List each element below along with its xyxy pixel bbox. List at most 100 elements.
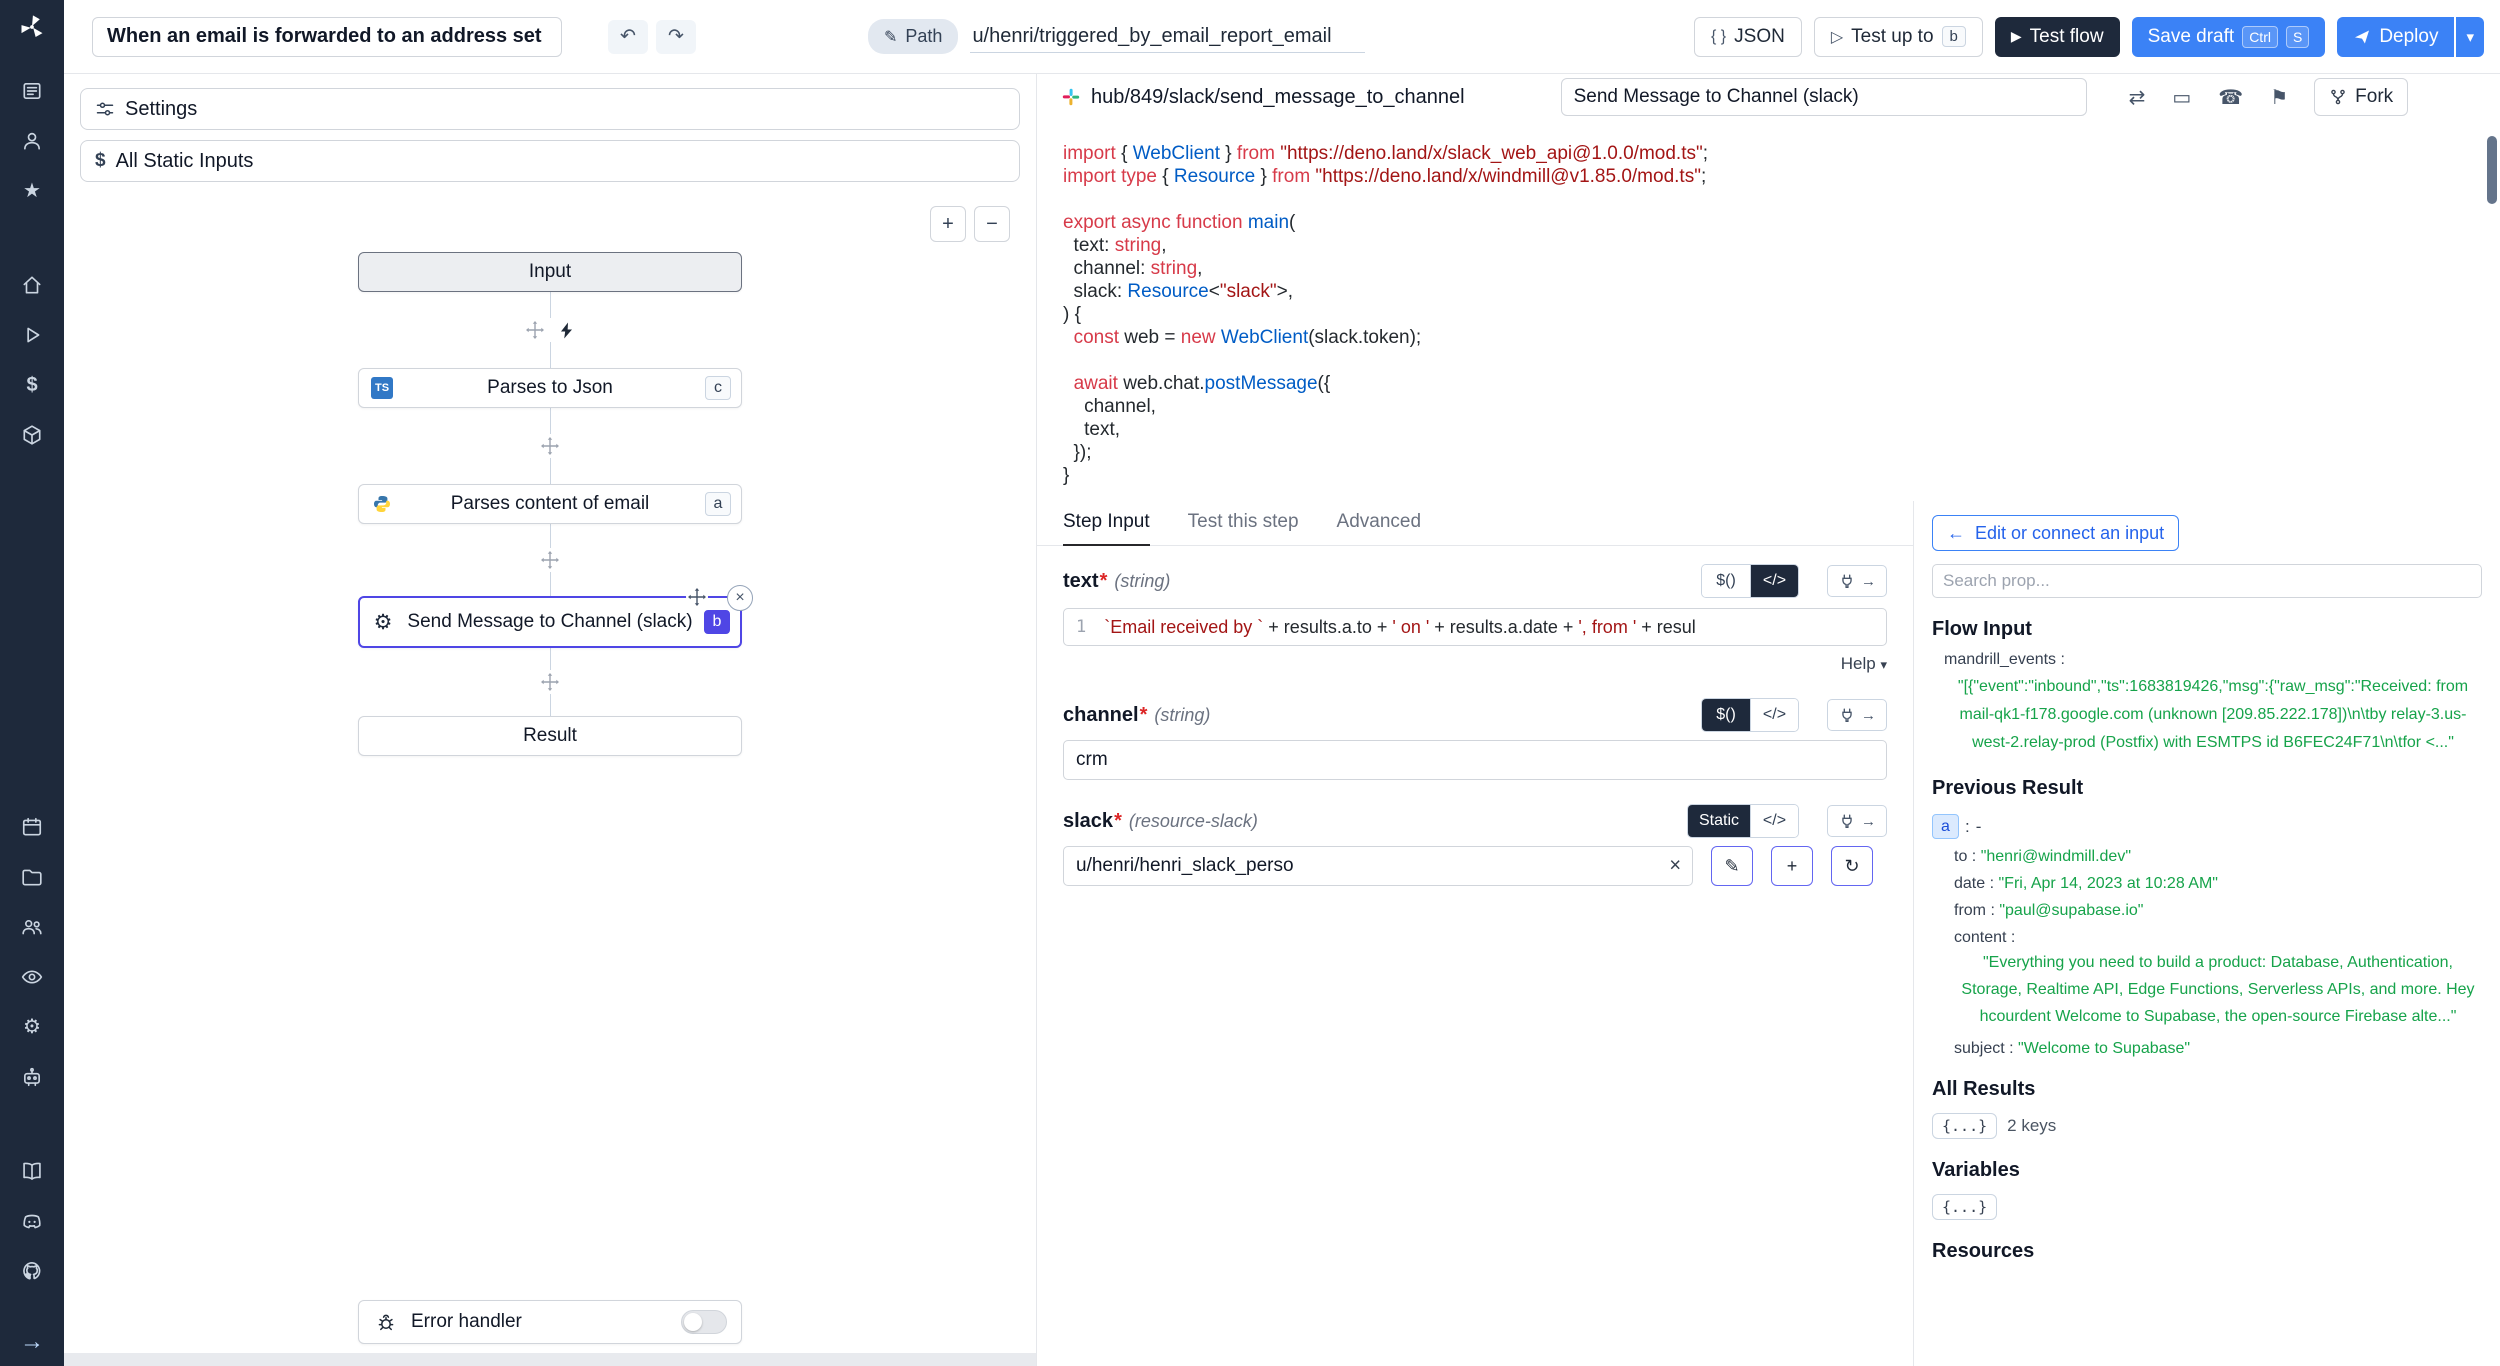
static-inputs-section[interactable]: $ All Static Inputs (80, 140, 1020, 182)
plug-icon (1838, 572, 1856, 590)
result-entry-subject[interactable]: subject : "Welcome to Supabase" (1954, 1040, 2482, 1058)
user-icon[interactable] (19, 128, 45, 154)
hub-script-path[interactable]: hub/849/slack/send_message_to_channel (1091, 86, 1465, 109)
users-icon[interactable] (19, 914, 45, 940)
sync-icon[interactable]: ⇄ (2129, 85, 2146, 110)
vertical-scrollbar[interactable] (2487, 136, 2497, 204)
save-draft-button[interactable]: Save draftCtrlS (2132, 17, 2326, 57)
zoom-in-button[interactable]: + (930, 206, 966, 242)
eye-icon[interactable] (19, 964, 45, 990)
edit-connect-button[interactable]: ←Edit or connect an input (1932, 515, 2179, 551)
flow-node-parses-to-json[interactable]: TS Parses to Json c (358, 368, 742, 408)
all-results-expand[interactable]: {...} (1932, 1113, 1997, 1139)
flow-node-result[interactable]: Result (358, 716, 742, 756)
horizontal-scrollbar[interactable] (64, 1353, 1036, 1366)
discord-icon[interactable] (19, 1208, 45, 1234)
flow-input-key[interactable]: mandrill_events : (1944, 651, 2482, 669)
slack-connect-button[interactable]: → (1827, 805, 1887, 837)
windmill-logo[interactable] (17, 12, 47, 42)
flow-canvas[interactable]: + − Input (64, 182, 1036, 1366)
code-lines: import { WebClient } from "https://deno.… (1063, 142, 2474, 487)
topbar-actions: { }JSON ▷Test up tob ▶Test flow Save dra… (1694, 17, 2484, 57)
deploy-dropdown-button[interactable]: ▾ (2456, 17, 2484, 57)
move-node-icon[interactable] (540, 436, 560, 456)
add-resource-button[interactable]: + (1771, 846, 1813, 886)
text-expression-editor[interactable]: 1 `Email received by ` + results.a.to + … (1063, 608, 1887, 646)
slack-static-button[interactable]: Static (1688, 805, 1750, 837)
prop-search-input[interactable] (1932, 564, 2482, 598)
settings-section[interactable]: Settings (80, 88, 1020, 130)
json-button[interactable]: { }JSON (1694, 17, 1802, 57)
delete-node-button[interactable]: × (727, 585, 753, 611)
sliders-icon (95, 99, 115, 119)
redo-button[interactable]: ↷ (656, 20, 696, 54)
phone-icon[interactable]: ☎ (2218, 85, 2243, 110)
test-up-to-button[interactable]: ▷Test up tob (1814, 17, 1983, 57)
flow-node-parses-content[interactable]: Parses content of email a (358, 484, 742, 524)
star-icon[interactable]: ★ (19, 178, 45, 204)
path-button[interactable]: ✎Path (868, 19, 958, 54)
trigger-bolt-icon[interactable] (557, 321, 576, 340)
result-entry-date[interactable]: date : "Fri, Apr 14, 2023 at 10:28 AM" (1954, 875, 2482, 893)
folder-icon[interactable] (19, 864, 45, 890)
sidebar-group-links (19, 1146, 45, 1296)
channel-connect-button[interactable]: → (1827, 699, 1887, 731)
calendar-icon[interactable] (19, 814, 45, 840)
result-entry-from[interactable]: from : "paul@supabase.io" (1954, 902, 2482, 920)
zoom-out-button[interactable]: − (974, 206, 1010, 242)
flow-input-value[interactable]: "[{"event":"inbound","ts":1683819426,"ms… (1944, 673, 2482, 757)
dollar-icon[interactable]: $ (19, 372, 45, 398)
code-editor[interactable]: import { WebClient } from "https://deno.… (1037, 120, 2500, 501)
arrow-right-icon: → (1861, 813, 1876, 830)
home-icon[interactable] (19, 272, 45, 298)
fork-button[interactable]: Fork (2314, 78, 2408, 116)
channel-input[interactable] (1063, 740, 1887, 780)
text-template-button[interactable]: $() (1702, 565, 1750, 597)
test-flow-button[interactable]: ▶Test flow (1995, 17, 2120, 57)
context-panel: ←Edit or connect an input Flow Input man… (1914, 501, 2500, 1366)
clear-resource-icon[interactable]: × (1669, 855, 1681, 878)
move-node-icon[interactable] (540, 550, 560, 570)
error-handler-node[interactable]: Error handler (358, 1300, 742, 1344)
tab-step-input[interactable]: Step Input (1063, 511, 1150, 545)
node-badge-a: a (705, 492, 731, 516)
tab-test-this-step[interactable]: Test this step (1188, 511, 1299, 545)
channel-template-button[interactable]: $() (1702, 699, 1750, 731)
cube-icon[interactable] (19, 422, 45, 448)
flow-node-send-message[interactable]: × ⚙ Send Message to Channel (slack) b (358, 596, 742, 648)
collapse-sidebar-icon[interactable]: → (20, 1328, 44, 1356)
result-entry-to[interactable]: to : "henri@windmill.dev" (1954, 848, 2482, 866)
github-icon[interactable] (19, 1258, 45, 1284)
slack-code-button[interactable]: </> (1750, 805, 1798, 837)
robot-icon[interactable] (19, 1064, 45, 1090)
text-connect-button[interactable]: → (1827, 565, 1887, 597)
text-code-button[interactable]: </> (1750, 565, 1798, 597)
deploy-button[interactable]: Deploy (2337, 17, 2454, 57)
flow-title-input[interactable] (92, 17, 562, 57)
error-handler-toggle[interactable] (681, 1310, 727, 1334)
path-value[interactable]: u/henri/triggered_by_email_report_email (970, 21, 1365, 53)
flag-icon[interactable]: ⚑ (2270, 85, 2288, 110)
flow-node-input[interactable]: Input (358, 252, 742, 292)
tab-advanced[interactable]: Advanced (1337, 511, 1422, 545)
book-icon[interactable] (19, 1158, 45, 1184)
refresh-resource-button[interactable]: ↻ (1831, 846, 1873, 886)
slack-resource-input[interactable] (1063, 846, 1693, 886)
help-row: Help ▾ (1063, 654, 1887, 674)
result-a-badge[interactable]: a (1932, 814, 1959, 839)
play-icon[interactable] (19, 322, 45, 348)
undo-button[interactable]: ↶ (608, 20, 648, 54)
result-entry-content[interactable]: content : "Everything you need to build … (1954, 929, 2482, 1031)
variables-expand[interactable]: {...} (1932, 1194, 1997, 1220)
edit-resource-button[interactable]: ✎ (1711, 846, 1753, 886)
window-icon[interactable]: ▭ (2172, 85, 2191, 110)
step-title-input[interactable] (1561, 78, 2087, 116)
move-node-icon[interactable] (686, 586, 708, 608)
gear-icon[interactable]: ⚙ (19, 1014, 45, 1040)
move-node-icon[interactable] (540, 672, 560, 692)
channel-code-button[interactable]: </> (1750, 699, 1798, 731)
move-node-icon[interactable] (525, 320, 545, 340)
news-icon[interactable] (19, 78, 45, 104)
help-link[interactable]: Help ▾ (1841, 654, 1887, 674)
arrow-right-icon: → (1861, 707, 1876, 724)
